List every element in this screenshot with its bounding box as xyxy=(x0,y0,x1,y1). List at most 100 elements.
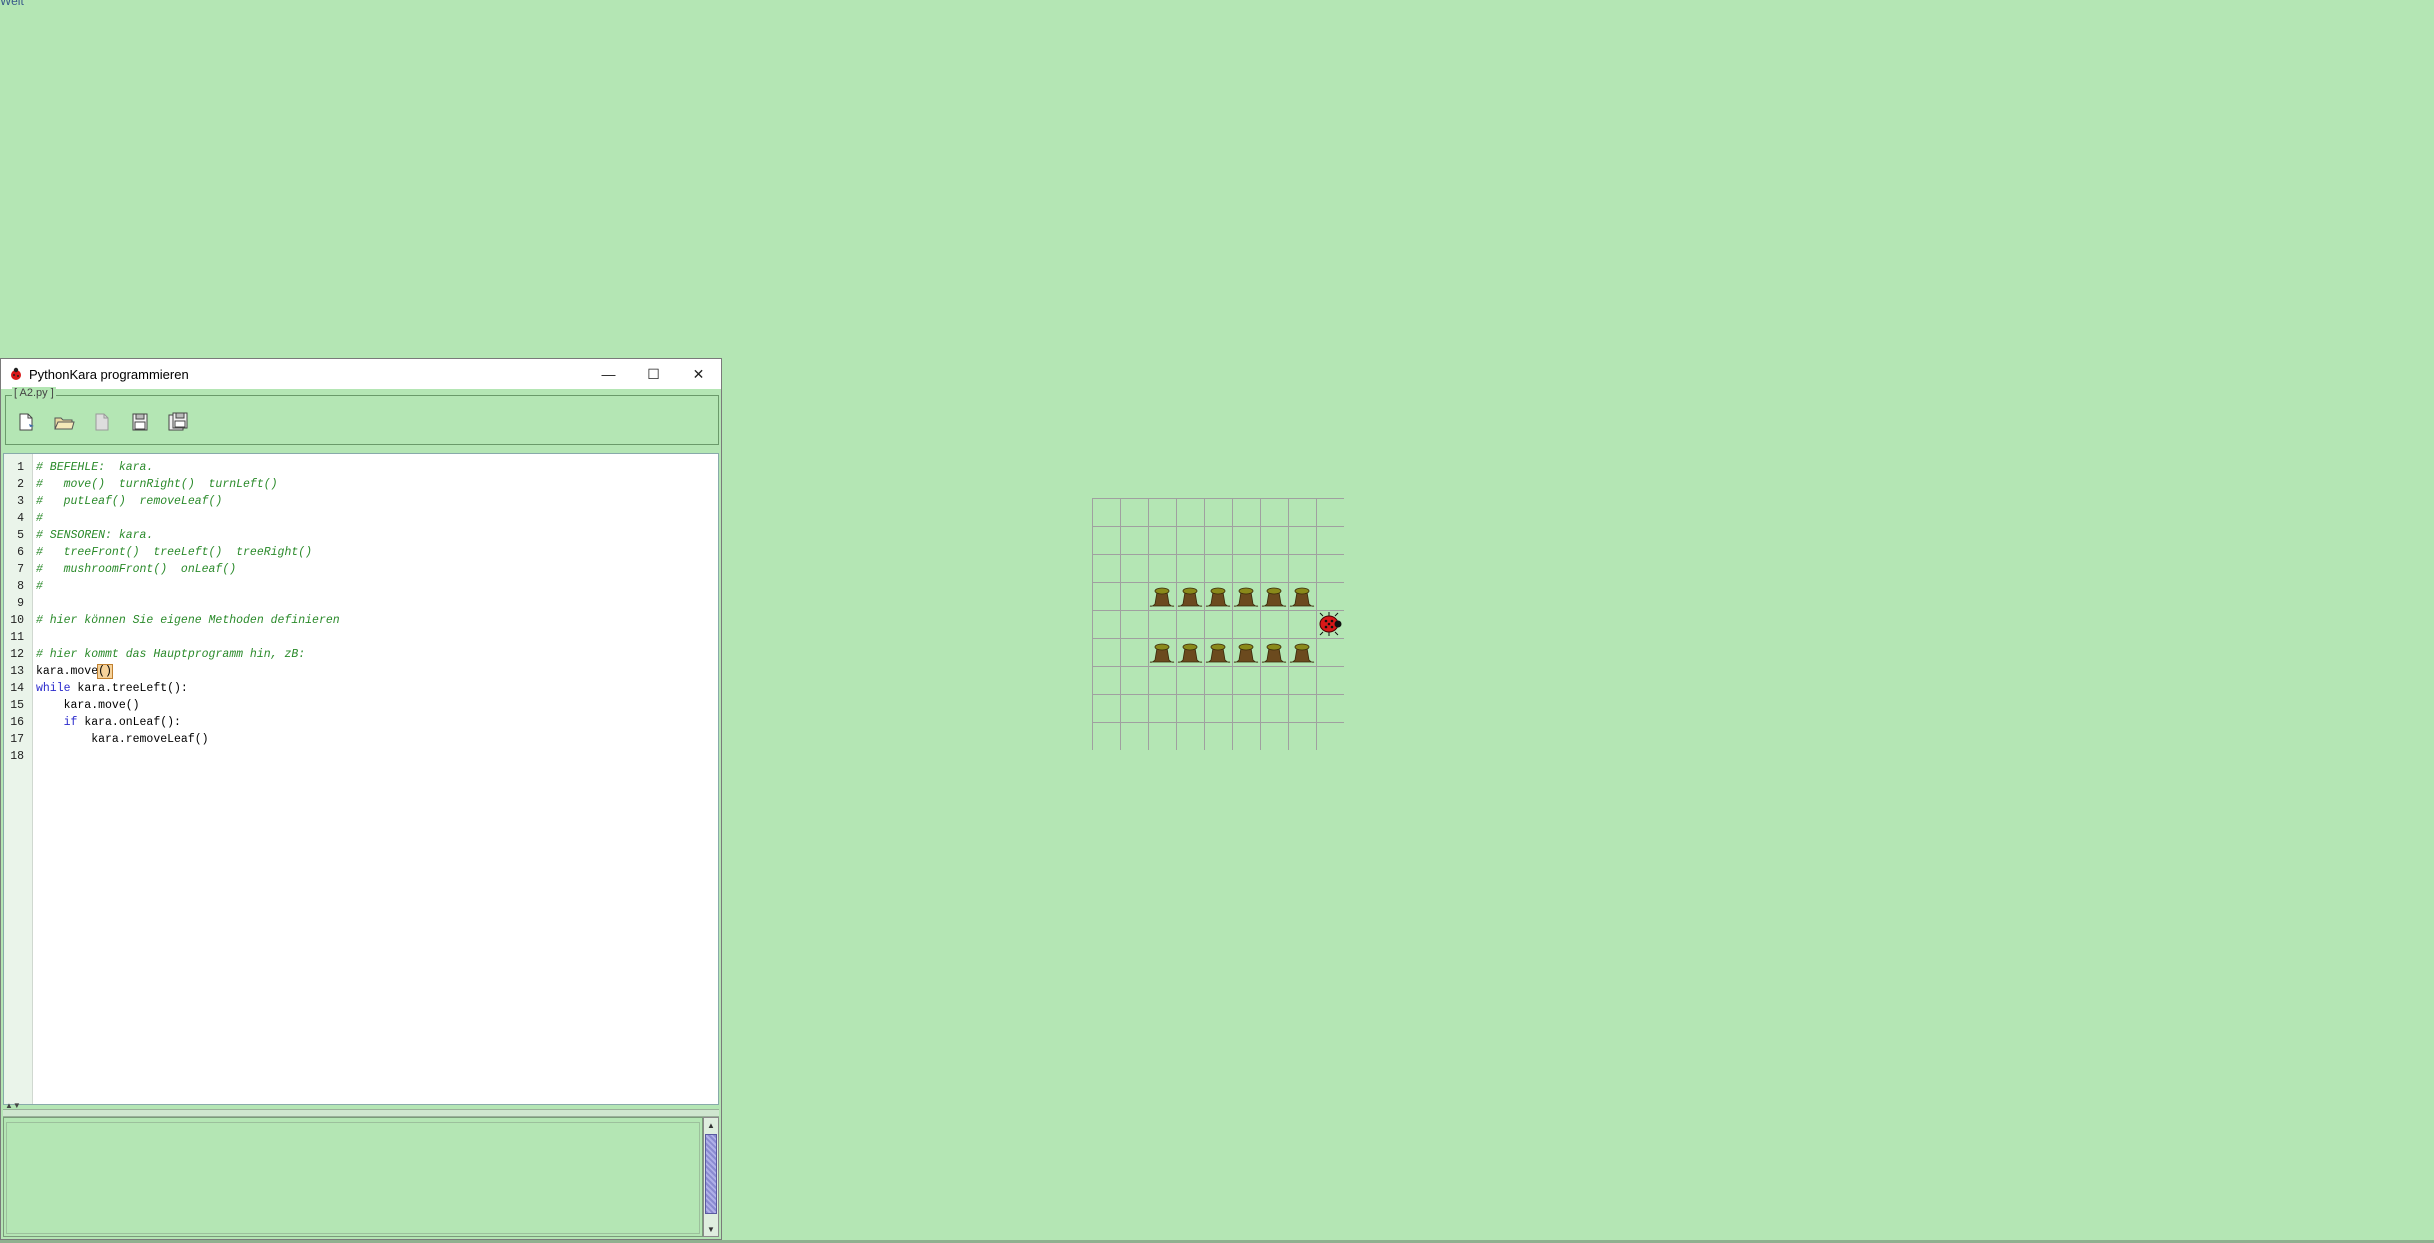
code-line[interactable]: 1 # BEFEHLE: kara. xyxy=(4,459,704,476)
code-statement: kara.move() xyxy=(36,664,113,679)
code-comment: # xyxy=(36,512,43,525)
tree-stump-icon[interactable] xyxy=(1233,587,1259,607)
code-line[interactable]: 14 while kara.treeLeft(): xyxy=(4,680,704,697)
code-text: kara.removeLeaf() xyxy=(36,731,209,748)
toolbar xyxy=(14,410,190,434)
code-line[interactable]: 7 # mushroomFront() onLeaf() xyxy=(4,561,704,578)
code-line[interactable]: 5 # SENSOREN: kara. xyxy=(4,527,704,544)
open-folder-icon xyxy=(54,417,75,430)
code-text: # move() turnRight() turnLeft() xyxy=(36,476,278,493)
code-line[interactable]: 11 xyxy=(4,629,704,646)
code-comment: # hier können Sie eigene Methoden defini… xyxy=(36,614,340,627)
code-statement: kara.move() xyxy=(36,699,140,712)
code-text: # BEFEHLE: kara. xyxy=(36,459,153,476)
line-number: 17 xyxy=(10,733,24,746)
code-line[interactable]: 13 kara.move() xyxy=(4,663,704,680)
save-as-icon xyxy=(168,412,188,431)
file-group: [ A2.py ] xyxy=(5,387,719,445)
code-text: # xyxy=(36,578,43,595)
console-text-area[interactable] xyxy=(6,1122,700,1234)
code-line[interactable]: 17 kara.removeLeaf() xyxy=(4,731,704,748)
code-text: # hier können Sie eigene Methoden defini… xyxy=(36,612,340,629)
line-number: 13 xyxy=(10,665,24,678)
code-text: # mushroomFront() onLeaf() xyxy=(36,561,236,578)
save-icon xyxy=(132,413,148,431)
ladybug-app-icon xyxy=(11,367,21,380)
code-comment: # putLeaf() removeLeaf() xyxy=(36,495,223,508)
code-line[interactable]: 12 # hier kommt das Hauptprogramm hin, zB… xyxy=(4,646,704,663)
code-line[interactable]: 3 # putLeaf() removeLeaf() xyxy=(4,493,704,510)
code-text: # SENSOREN: kara. xyxy=(36,527,153,544)
code-line[interactable]: 8 # xyxy=(4,578,704,595)
code-comment: # BEFEHLE: kara. xyxy=(36,461,154,474)
split-divider[interactable] xyxy=(3,1109,719,1117)
console-output[interactable] xyxy=(3,1117,703,1237)
open-file-button[interactable] xyxy=(52,410,76,434)
code-text: # xyxy=(36,510,43,527)
window-controls: — ☐ ✕ xyxy=(586,359,721,389)
code-comment: # mushroomFront() onLeaf() xyxy=(36,563,237,576)
scroll-thumb[interactable] xyxy=(705,1134,717,1214)
code-comment: # xyxy=(36,580,43,593)
title-bar[interactable]: PythonKara programmieren — ☐ ✕ xyxy=(1,359,721,389)
code-keyword: while xyxy=(36,682,71,695)
line-number: 9 xyxy=(17,597,24,610)
tree-stump-icon[interactable] xyxy=(1289,643,1315,663)
world-grid[interactable] xyxy=(1092,498,1344,750)
tree-stump-icon[interactable] xyxy=(1149,643,1175,663)
save-button[interactable] xyxy=(128,410,152,434)
line-number: 4 xyxy=(17,512,24,525)
tree-stump-icon[interactable] xyxy=(1289,587,1315,607)
line-number: 3 xyxy=(17,495,24,508)
maximize-button[interactable]: ☐ xyxy=(631,359,676,389)
new-file-button[interactable] xyxy=(14,410,38,434)
code-line[interactable]: 4 # xyxy=(4,510,704,527)
scroll-down-icon[interactable]: ▼ xyxy=(704,1222,718,1236)
tree-stump-icon[interactable] xyxy=(1261,643,1287,663)
line-number: 1 xyxy=(17,461,24,474)
line-number: 8 xyxy=(17,580,24,593)
code-comment: # hier kommt das Hauptprogramm hin, zB: xyxy=(36,648,306,661)
close-button[interactable]: ✕ xyxy=(676,359,721,389)
tree-stump-icon[interactable] xyxy=(1149,587,1175,607)
code-statement: kara.removeLeaf() xyxy=(36,733,209,746)
minimize-button[interactable]: — xyxy=(586,359,631,389)
console-scrollbar[interactable]: ▲ ▼ xyxy=(703,1117,719,1237)
file-name-label: [ A2.py ] xyxy=(12,387,56,399)
line-number: 6 xyxy=(17,546,24,559)
tree-stump-icon[interactable] xyxy=(1205,643,1231,663)
tree-stump-icon[interactable] xyxy=(1205,587,1231,607)
line-number: 12 xyxy=(10,648,24,661)
code-line[interactable]: 16 if kara.onLeaf(): xyxy=(4,714,704,731)
save-as-button[interactable] xyxy=(166,410,190,434)
line-number: 10 xyxy=(10,614,24,627)
tree-stump-icon[interactable] xyxy=(1261,587,1287,607)
scroll-up-icon[interactable]: ▲ xyxy=(704,1118,718,1132)
tree-stump-icon[interactable] xyxy=(1177,643,1203,663)
window-title: PythonKara programmieren xyxy=(29,366,189,382)
code-comment: # treeFront() treeLeft() treeRight() xyxy=(36,546,313,559)
line-number: 18 xyxy=(10,750,24,763)
code-line[interactable]: 10 # hier können Sie eigene Methoden defi… xyxy=(4,612,704,629)
tree-stump-icon[interactable] xyxy=(1177,587,1203,607)
code-text: while kara.treeLeft(): xyxy=(36,680,188,697)
code-text: # putLeaf() removeLeaf() xyxy=(36,493,222,510)
tree-stump-icon[interactable] xyxy=(1233,643,1259,663)
line-number: 2 xyxy=(17,478,24,491)
kara-ladybug-icon[interactable] xyxy=(1319,612,1342,636)
code-line[interactable]: 6 # treeFront() treeLeft() treeRight() xyxy=(4,544,704,561)
code-comment: # move() turnRight() turnLeft() xyxy=(36,478,278,491)
line-number: 11 xyxy=(10,631,24,644)
code-text: kara.move() xyxy=(36,663,113,680)
blank-document-button[interactable] xyxy=(90,410,114,434)
code-line[interactable]: 9 xyxy=(4,595,704,612)
code-line[interactable]: 2 # move() turnRight() turnLeft() xyxy=(4,476,704,493)
editor-window: PythonKara programmieren — ☐ ✕ [ A2.py ] xyxy=(0,358,722,1240)
code-line[interactable]: 15 kara.move() xyxy=(4,697,704,714)
code-line[interactable]: 18 xyxy=(4,748,704,765)
code-editor[interactable]: 1 # BEFEHLE: kara. 2 # move() turnRight() t… xyxy=(3,453,719,1105)
kara-world[interactable] xyxy=(1092,498,1344,750)
code-comment: # SENSOREN: kara. xyxy=(36,529,154,542)
line-number: 5 xyxy=(17,529,24,542)
bracket-match-highlight: () xyxy=(97,664,113,679)
